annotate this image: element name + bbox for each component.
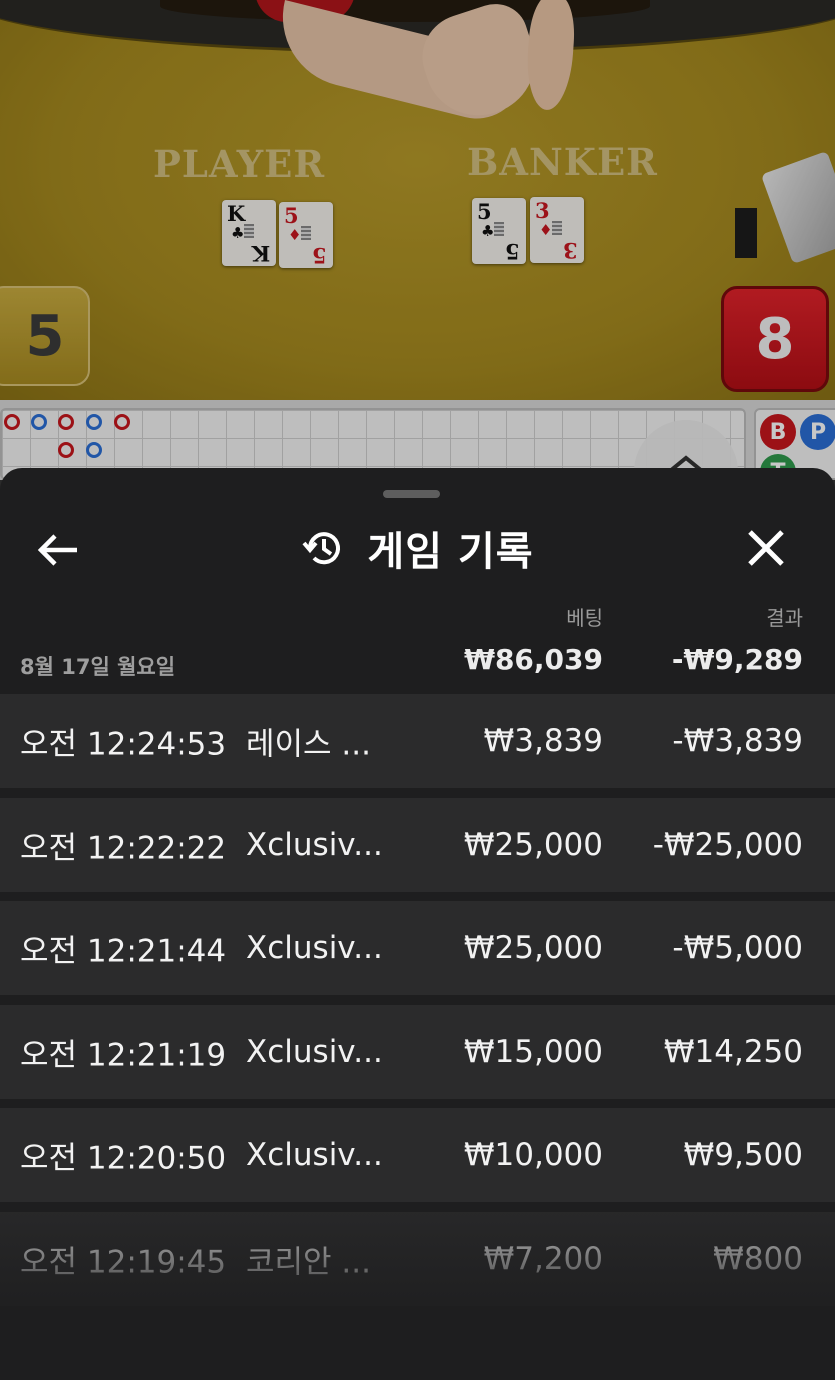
banker-card-2: 3 ♦ 3 <box>530 197 584 263</box>
bead-banker <box>4 414 20 430</box>
history-row[interactable]: 오전 12:21:44 Xclusiv... ₩25,000 -₩5,000 <box>0 901 835 995</box>
total-result-amount: -₩9,289 <box>671 643 803 676</box>
bead-player <box>31 414 47 430</box>
history-row[interactable]: 오전 12:20:50 Xclusiv... ₩10,000 ₩9,500 <box>0 1108 835 1202</box>
row-game: Xclusiv... <box>246 1137 383 1173</box>
row-time: 오전 12:21:19 <box>20 1037 227 1073</box>
card-rank-inverted: K <box>251 241 270 266</box>
bead-banker <box>58 414 74 430</box>
row-game: Xclusiv... <box>246 1033 383 1070</box>
bead-banker <box>114 414 130 430</box>
card-rank: 5 <box>284 203 299 228</box>
row-result: ₩800 <box>713 1240 803 1277</box>
card-suit: ♦ <box>539 221 553 239</box>
banker-card-1: 5 ♣ 5 <box>472 198 526 264</box>
bead-banker <box>58 442 74 458</box>
player-card-2: 5 ♦ 5 <box>279 202 333 268</box>
row-bet: ₩25,000 <box>463 826 603 863</box>
row-game: 코리안 ... <box>246 1244 371 1280</box>
history-row[interactable]: 오전 12:22:22 Xclusiv... ₩25,000 -₩25,000 <box>0 797 835 892</box>
card-rank-inverted: 5 <box>505 239 520 264</box>
row-result: -₩5,000 <box>672 930 803 966</box>
history-row[interactable]: 오전 12:19:45 코리안 ... ₩7,200 ₩800 <box>0 1211 835 1306</box>
card-pip <box>552 221 562 235</box>
card-rank-inverted: 3 <box>563 238 578 263</box>
card-pip <box>301 226 311 240</box>
row-game: 레이스 ... <box>246 726 371 763</box>
row-time: 오전 12:22:22 <box>20 830 227 866</box>
row-bet: ₩15,000 <box>463 1033 603 1070</box>
card-suit: ♣ <box>481 222 495 240</box>
row-game: Xclusiv... <box>246 826 383 863</box>
row-bet: ₩25,000 <box>463 930 603 966</box>
card-rank: K <box>227 201 246 226</box>
banker-badge: B <box>760 414 796 450</box>
date-group-label: 8월 17일 월요일 <box>20 655 176 679</box>
row-time: 오전 12:19:45 <box>20 1244 227 1280</box>
row-bet: ₩3,839 <box>483 723 603 759</box>
card-rank: 3 <box>535 198 550 223</box>
history-row[interactable]: 오전 12:21:19 Xclusiv... ₩15,000 ₩14,250 <box>0 1004 835 1099</box>
history-list: 오전 12:24:53 레이스 ... ₩3,839 -₩3,839 오전 12… <box>0 694 835 1315</box>
row-time: 오전 12:20:50 <box>20 1140 227 1177</box>
card-suit: ♣ <box>231 224 245 242</box>
bead-player <box>86 442 102 458</box>
bead-player <box>86 414 102 430</box>
row-bet: ₩10,000 <box>463 1137 603 1173</box>
sheet-drag-handle[interactable] <box>383 490 440 498</box>
sheet-title: 게임 기록 <box>367 529 534 575</box>
card-shoe <box>735 150 835 270</box>
sheet-header: 게임 기록 <box>0 518 835 578</box>
banker-table-label: BANKER <box>467 140 658 184</box>
player-score-badge: 5 <box>0 286 90 386</box>
player-card-1: K ♣ K <box>222 200 276 266</box>
card-shoe-body <box>760 150 835 265</box>
player-badge: P <box>800 414 835 450</box>
close-button[interactable] <box>740 522 792 574</box>
card-pip <box>494 222 504 236</box>
row-time: 오전 12:24:53 <box>20 726 227 763</box>
dealer-hand-fingers <box>524 0 577 112</box>
history-row[interactable]: 오전 12:24:53 레이스 ... ₩3,839 -₩3,839 <box>0 694 835 788</box>
banker-score-badge: 8 <box>721 286 829 392</box>
card-rank-inverted: 5 <box>312 243 327 268</box>
row-bet: ₩7,200 <box>483 1240 603 1277</box>
column-header-result: 결과 <box>766 606 803 630</box>
column-header-bet: 베팅 <box>566 606 603 630</box>
history-icon <box>302 532 341 565</box>
card-rank: 5 <box>477 199 492 224</box>
row-game: Xclusiv... <box>246 930 383 966</box>
player-table-label: PLAYER <box>153 142 326 186</box>
live-game-video: PLAYER BANKER K ♣ K 5 ♦ 5 5 ♣ 5 3 ♦ 3 5 … <box>0 0 835 400</box>
row-result: ₩9,500 <box>683 1137 803 1173</box>
card-suit: ♦ <box>288 226 302 244</box>
game-history-sheet: 게임 기록 베팅 결과 8월 17일 월요일 ₩86,039 -₩9,289 오… <box>0 468 835 1380</box>
row-result: -₩3,839 <box>672 723 803 759</box>
row-result: -₩25,000 <box>652 826 803 863</box>
row-time: 오전 12:21:44 <box>20 933 227 970</box>
total-bet-amount: ₩86,039 <box>464 643 603 676</box>
close-icon <box>748 530 784 566</box>
row-result: ₩14,250 <box>663 1033 803 1070</box>
card-shoe-front <box>735 208 757 258</box>
card-pip <box>244 224 254 238</box>
